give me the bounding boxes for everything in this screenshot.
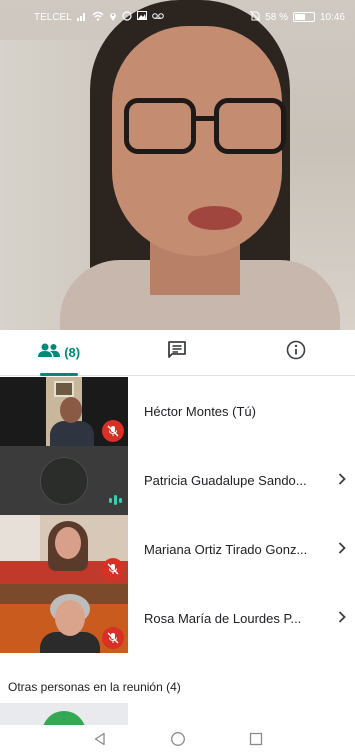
participant-row[interactable]: Patricia Guadalupe Sando... <box>0 446 355 515</box>
battery-icon <box>292 12 315 22</box>
participant-name: Héctor Montes (Tú) <box>144 404 256 419</box>
participant-row[interactable]: Mariana Ortiz Tirado Gonz... <box>0 515 355 584</box>
voicemail-icon <box>151 12 164 23</box>
avatar <box>40 457 88 505</box>
participant-name: Mariana Ortiz Tirado Gonz... <box>144 542 308 557</box>
status-left: TELCEL <box>34 10 164 24</box>
main-video[interactable]: TELCEL 58 % 10:46 <box>0 0 355 330</box>
glasses-left <box>124 98 196 154</box>
tab-info[interactable] <box>237 330 355 375</box>
image-icon <box>136 11 147 23</box>
people-icon <box>38 343 61 362</box>
speaking-indicator-icon <box>109 495 122 505</box>
location-icon <box>109 11 117 24</box>
people-count: (8) <box>64 345 81 360</box>
system-nav-bar <box>0 726 355 752</box>
participant-name: Patricia Guadalupe Sando... <box>144 473 307 488</box>
participant-thumbnail <box>0 377 128 446</box>
tab-chat[interactable] <box>118 330 236 375</box>
tab-bar: (8) <box>0 330 355 376</box>
chevron-right-icon[interactable] <box>329 610 355 627</box>
participant-row[interactable]: Héctor Montes (Tú) <box>0 377 355 446</box>
clock: 10:46 <box>319 11 345 23</box>
wall-picture <box>54 381 74 397</box>
participant-list: Héctor Montes (Tú) Patricia Guadalupe Sa… <box>0 377 355 653</box>
thumbnail-person-body <box>50 421 94 446</box>
status-bar: TELCEL 58 % 10:46 <box>0 0 355 34</box>
participant-thumbnail <box>0 515 128 584</box>
status-right: 58 % 10:46 <box>249 10 345 24</box>
no-sim-icon <box>249 10 261 24</box>
home-icon[interactable] <box>167 728 189 750</box>
recents-icon[interactable] <box>245 728 267 750</box>
wifi-icon <box>92 11 104 24</box>
glasses-right <box>214 98 286 154</box>
chevron-right-icon[interactable] <box>329 472 355 489</box>
participant-thumbnail-partial[interactable] <box>0 703 128 725</box>
video-person-lips <box>188 206 242 230</box>
thumbnail-person-face <box>55 600 85 636</box>
chevron-right-icon[interactable] <box>329 541 355 558</box>
participant-thumbnail <box>0 446 128 515</box>
battery-percent: 58 % <box>265 11 288 23</box>
participant-row[interactable]: Rosa María de Lourdes P... <box>0 584 355 653</box>
others-section-heading: Otras personas en la reunión (4) <box>8 680 181 694</box>
battery-fill <box>294 14 305 20</box>
avatar <box>42 711 86 725</box>
mic-off-icon <box>102 627 124 649</box>
participant-thumbnail <box>0 584 128 653</box>
carrier-label: TELCEL <box>34 11 72 23</box>
whatsapp-icon <box>122 10 132 24</box>
thumbnail-person-head <box>60 397 82 423</box>
tab-people[interactable]: (8) <box>0 330 118 376</box>
back-icon[interactable] <box>89 728 111 750</box>
participant-name: Rosa María de Lourdes P... <box>144 611 302 626</box>
mic-off-icon <box>102 420 124 442</box>
mic-off-icon <box>102 558 124 580</box>
glasses-bridge <box>194 116 216 121</box>
thumbnail-person-face <box>55 527 81 559</box>
chat-icon <box>167 340 187 365</box>
meet-screen: TELCEL 58 % 10:46 (8) Héctor Montes (Tú)… <box>0 0 355 752</box>
info-icon <box>286 340 306 365</box>
signal-icon <box>76 11 87 24</box>
